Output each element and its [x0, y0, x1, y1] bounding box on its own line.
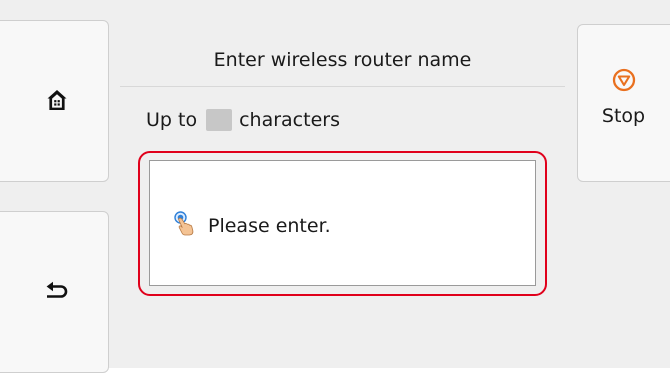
stop-icon [612, 68, 636, 92]
stop-label: Stop [601, 105, 646, 127]
limit-suffix: characters [239, 109, 340, 131]
tap-finger-icon [174, 211, 194, 236]
home-icon [47, 90, 67, 110]
limit-prefix: Up to [146, 109, 198, 131]
stop-button[interactable] [577, 24, 670, 182]
character-limit-line: Up to characters [146, 108, 340, 132]
screen-title: Enter wireless router name [213, 49, 472, 71]
title-divider [120, 86, 565, 87]
character-count-redacted [206, 109, 233, 131]
input-prompt: Please enter. [208, 215, 331, 237]
back-arrow-icon [46, 281, 68, 298]
